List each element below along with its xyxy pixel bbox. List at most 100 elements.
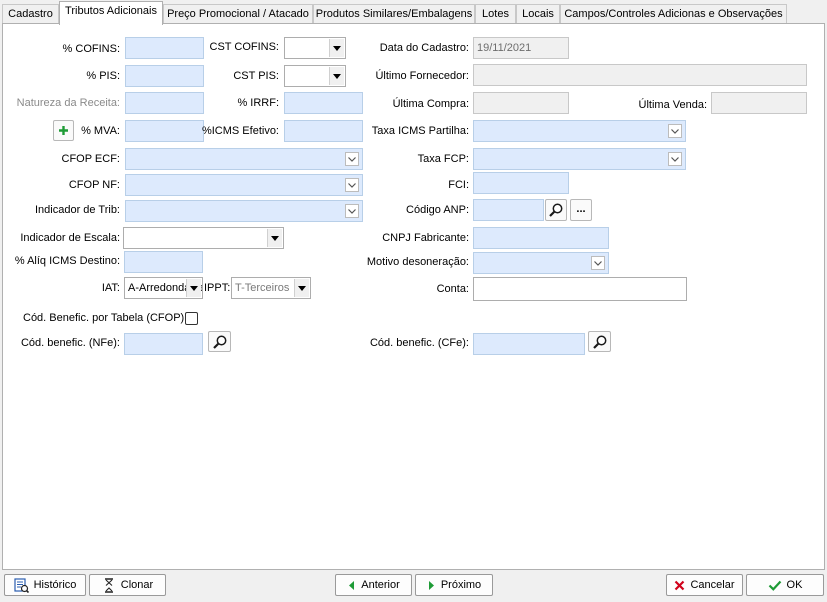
chevron-down-icon[interactable] [329,39,344,57]
pis-input[interactable] [125,65,204,87]
chevron-down-icon[interactable] [267,229,282,247]
chevron-down-icon[interactable] [668,152,682,166]
cfop-nf-select[interactable] [125,174,363,196]
tab-lotes[interactable]: Lotes [475,4,516,24]
cnpj-fabricante-label: CNPJ Fabricante: [382,232,469,244]
iat-select[interactable]: A-Arredondamento [124,277,203,299]
chevron-down-icon[interactable] [329,67,344,85]
motivo-desoneracao-label: Motivo desoneração: [366,256,469,268]
ellipsis-label: ... [576,203,586,215]
conta-label: Conta: [436,283,469,295]
tab-label: Produtos Similares/Embalagens [315,8,473,20]
proximo-button[interactable]: Próximo [415,574,493,596]
tab-label: Campos/Controles Adicionas e Observações [564,8,783,20]
clonar-button[interactable]: Clonar [89,574,166,596]
data-cadastro-label: Data do Cadastro: [379,42,469,54]
icms-efetivo-label: %ICMS Efetivo: [201,125,279,137]
check-icon [768,580,781,591]
ippt-select[interactable]: T-Terceiros [231,277,311,299]
ultima-venda-field [711,92,807,114]
chevron-down-icon[interactable] [345,178,359,192]
fci-input[interactable] [473,172,569,194]
cofins-input[interactable] [125,37,204,59]
tab-produtos-similares[interactable]: Produtos Similares/Embalagens [313,4,475,24]
clonar-label: Clonar [120,579,154,591]
historico-button[interactable]: Histórico [4,574,86,596]
ippt-value: T-Terceiros [235,282,290,294]
cod-benefic-cfe-input[interactable] [473,333,585,355]
tab-locais[interactable]: Locais [516,4,560,24]
codigo-anp-search-button[interactable] [545,199,567,221]
iat-label: IAT: [101,282,120,294]
tab-tributos-adicionais[interactable]: Tributos Adicionais [59,1,163,25]
proximo-label: Próximo [440,579,482,591]
aliq-icms-destino-input[interactable] [124,251,203,273]
cfop-nf-label: CFOP NF: [68,179,120,191]
tab-label: Lotes [482,8,509,20]
cst-pis-label: CST PIS: [233,70,279,82]
chevron-down-icon[interactable] [294,279,309,297]
ok-button[interactable]: OK [746,574,824,596]
natureza-receita-input[interactable] [125,92,204,114]
taxa-icms-partilha-label: Taxa ICMS Partilha: [371,125,469,137]
ok-label: OK [786,579,803,591]
taxa-icms-partilha-select[interactable] [473,120,686,142]
tab-campos-controles[interactable]: Campos/Controles Adicionas e Observações [560,4,787,24]
chevron-down-icon[interactable] [345,204,359,218]
tab-bar: Cadastro Tributos Adicionais Preço Promo… [0,0,827,25]
ultima-compra-field [473,92,569,114]
anterior-button[interactable]: Anterior [335,574,412,596]
cod-benefic-nfe-input[interactable] [124,333,203,355]
cancelar-label: Cancelar [690,579,735,591]
cfop-ecf-select[interactable] [125,148,363,170]
ultima-compra-label: Última Compra: [392,98,469,110]
tab-label: Tributos Adicionais [65,5,157,17]
chevron-down-icon[interactable] [591,256,605,270]
history-icon [13,577,29,593]
cod-benefic-tabela-checkbox[interactable] [185,312,198,325]
tab-preco-promocional[interactable]: Preço Promocional / Atacado [163,4,313,24]
codigo-anp-label: Código ANP: [406,204,469,216]
magnifier-icon [592,335,606,349]
indicador-trib-select[interactable] [125,200,363,222]
tab-cadastro[interactable]: Cadastro [2,4,59,24]
indicador-escala-select[interactable] [123,227,284,249]
arrow-right-icon [428,580,434,590]
bottom-toolbar: Histórico Clonar Anterior Próximo Cancel… [0,570,827,602]
chevron-down-icon[interactable] [668,124,682,138]
tab-label: Locais [522,8,554,20]
natureza-receita-label: Natureza da Receita: [16,97,120,109]
cod-benefic-nfe-label: Cód. benefic. (NFe): [20,337,120,349]
cod-benefic-cfe-search-button[interactable] [588,331,611,352]
anterior-label: Anterior [361,579,400,591]
indicador-escala-label: Indicador de Escala: [20,232,120,244]
magnifier-icon [549,203,563,217]
magnifier-icon [212,335,226,349]
aliq-icms-destino-label: % Alíq ICMS Destino: [14,255,120,267]
ultima-venda-label: Última Venda: [638,99,707,111]
cnpj-fabricante-input[interactable] [473,227,609,249]
cofins-label: % COFINS: [62,43,120,55]
cfop-ecf-label: CFOP ECF: [61,153,120,165]
conta-input[interactable] [473,277,687,301]
chevron-down-icon[interactable] [345,152,359,166]
cst-pis-select[interactable] [284,65,346,87]
mva-input[interactable] [125,120,204,142]
plus-icon [59,126,68,135]
taxa-fcp-select[interactable] [473,148,686,170]
arrow-left-icon [349,580,355,590]
codigo-anp-input[interactable] [473,199,544,221]
cod-benefic-nfe-search-button[interactable] [208,331,231,352]
tab-label: Cadastro [8,8,53,20]
chevron-down-icon[interactable] [186,279,201,297]
cod-benefic-tabela-label: Cód. Benefic. por Tabela (CFOP) [23,312,185,324]
cst-cofins-select[interactable] [284,37,346,59]
motivo-desoneracao-select[interactable] [473,252,609,274]
icms-efetivo-input[interactable] [284,120,363,142]
cancelar-button[interactable]: Cancelar [666,574,743,596]
clone-icon [104,577,113,593]
codigo-anp-more-button[interactable]: ... [570,199,592,221]
irrf-input[interactable] [284,92,363,114]
irrf-label: % IRRF: [237,97,279,109]
ultimo-fornecedor-field [473,64,807,86]
